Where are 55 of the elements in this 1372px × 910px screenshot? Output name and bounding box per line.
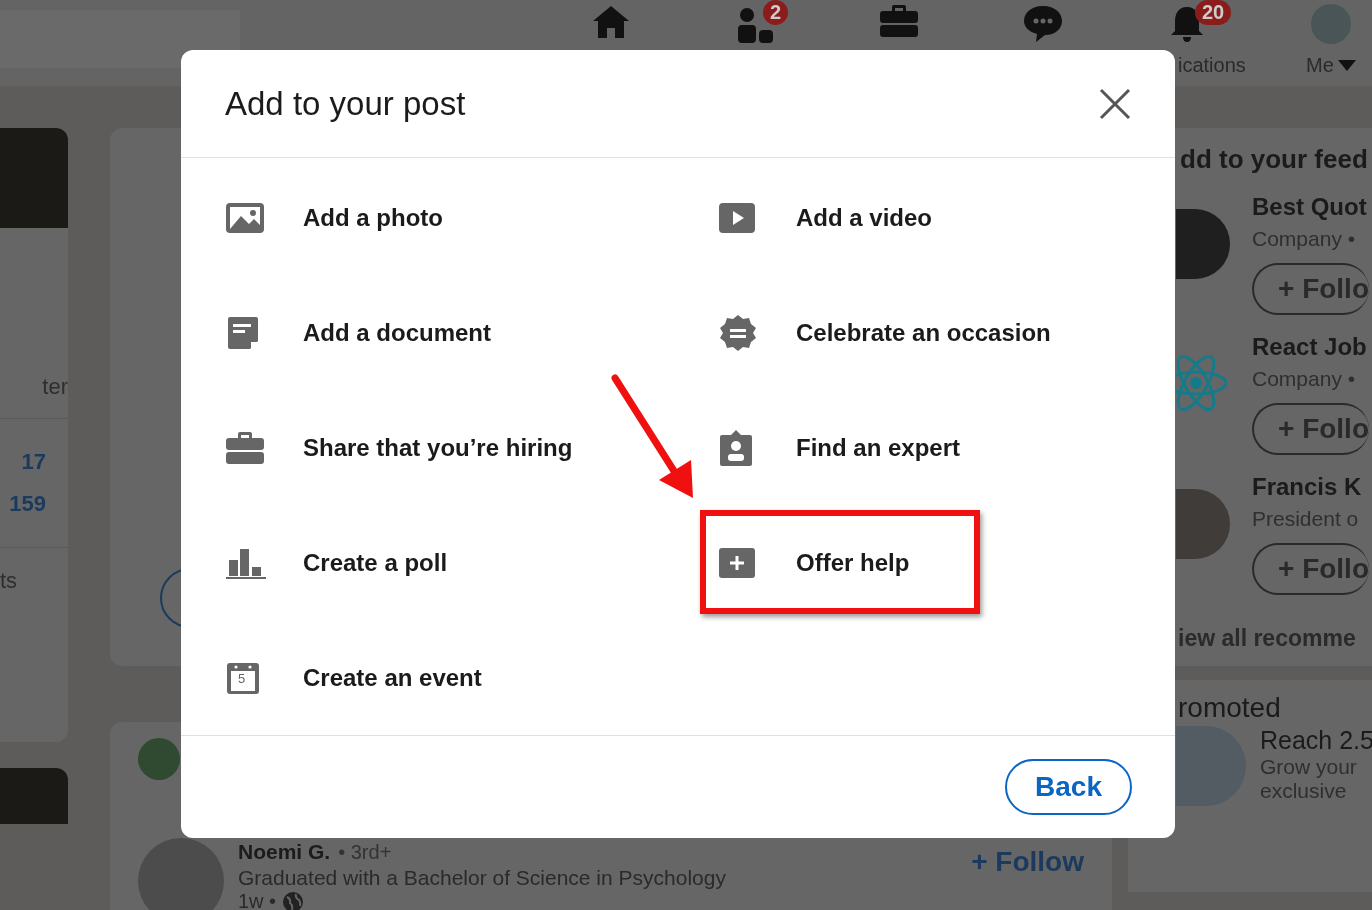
suggestion-subtitle: Company • — [1252, 367, 1357, 391]
image-icon — [225, 202, 265, 234]
ad-title[interactable]: Reach 2.5 — [1260, 726, 1372, 755]
document-icon — [225, 315, 261, 351]
menu-option[interactable]: 5 Create an event — [181, 620, 678, 736]
follow-button[interactable]: + Follo — [1252, 543, 1369, 595]
notification-badge: 20 — [1195, 0, 1232, 25]
ad-text: exclusive — [1260, 779, 1348, 803]
menu-option[interactable]: Add a video — [678, 160, 1175, 276]
briefcase-icon — [225, 431, 265, 465]
notification-badge: 2 — [763, 0, 789, 25]
nav-label[interactable]: ications — [1178, 54, 1246, 77]
search-field[interactable] — [0, 10, 240, 68]
close-icon — [1099, 87, 1131, 120]
photo-placeholder — [0, 768, 68, 824]
photo-placeholder[interactable] — [1176, 489, 1230, 559]
follow-button[interactable]: + Follo — [1252, 263, 1369, 315]
me-menu[interactable]: Me — [1306, 54, 1356, 77]
card-title: romoted — [1178, 692, 1282, 724]
badge-icon — [718, 313, 758, 353]
follow-button[interactable]: + Follow — [971, 846, 1084, 880]
suggestion-name[interactable]: Best Quot — [1252, 193, 1369, 221]
home-icon[interactable] — [591, 4, 631, 40]
stat-count[interactable]: 17 — [0, 449, 68, 475]
person-badge-icon — [718, 429, 754, 467]
card-title: dd to your feed — [1180, 144, 1369, 175]
menu-option[interactable]: Add a photo — [181, 160, 678, 276]
menu-option[interactable]: Share that you’re hiring — [181, 390, 678, 506]
suggestion-name[interactable]: React Job — [1252, 333, 1369, 361]
stat-count[interactable]: 159 — [0, 491, 68, 517]
briefcase-icon[interactable] — [879, 4, 919, 38]
menu-option[interactable]: Create a poll — [181, 505, 678, 621]
company-logo[interactable] — [1176, 209, 1230, 279]
post-time: 1w • — [238, 890, 277, 910]
menu-option[interactable]: Add a document — [181, 275, 678, 391]
day-number: 5 — [238, 672, 246, 686]
suggestion-name[interactable]: Francis K — [1252, 473, 1369, 501]
author-name[interactable]: Noemi G. — [238, 840, 331, 864]
menu-option[interactable]: Celebrate an occasion — [678, 275, 1175, 391]
view-all-link[interactable]: iew all recomme — [1178, 625, 1372, 652]
follow-button[interactable]: + Follo — [1252, 403, 1369, 455]
avatar — [138, 738, 180, 780]
plus-icon — [718, 547, 756, 579]
dialog-title: Add to your post — [225, 84, 466, 123]
chat-bubble-icon[interactable] — [1022, 4, 1064, 44]
caret-icon — [1337, 60, 1356, 71]
profile-text: ter — [0, 374, 68, 419]
suggestion-subtitle: Company • — [1252, 227, 1357, 251]
play-icon — [718, 202, 756, 234]
calendar-icon — [225, 660, 261, 696]
back-button[interactable]: Back — [1005, 759, 1132, 816]
profile-link[interactable]: ts — [0, 568, 68, 594]
menu-option[interactable]: Offer help — [678, 505, 1175, 621]
bar-chart-icon — [225, 546, 267, 580]
author-headline: Graduated with a Bachelor of Science in Psychology — [238, 866, 727, 890]
